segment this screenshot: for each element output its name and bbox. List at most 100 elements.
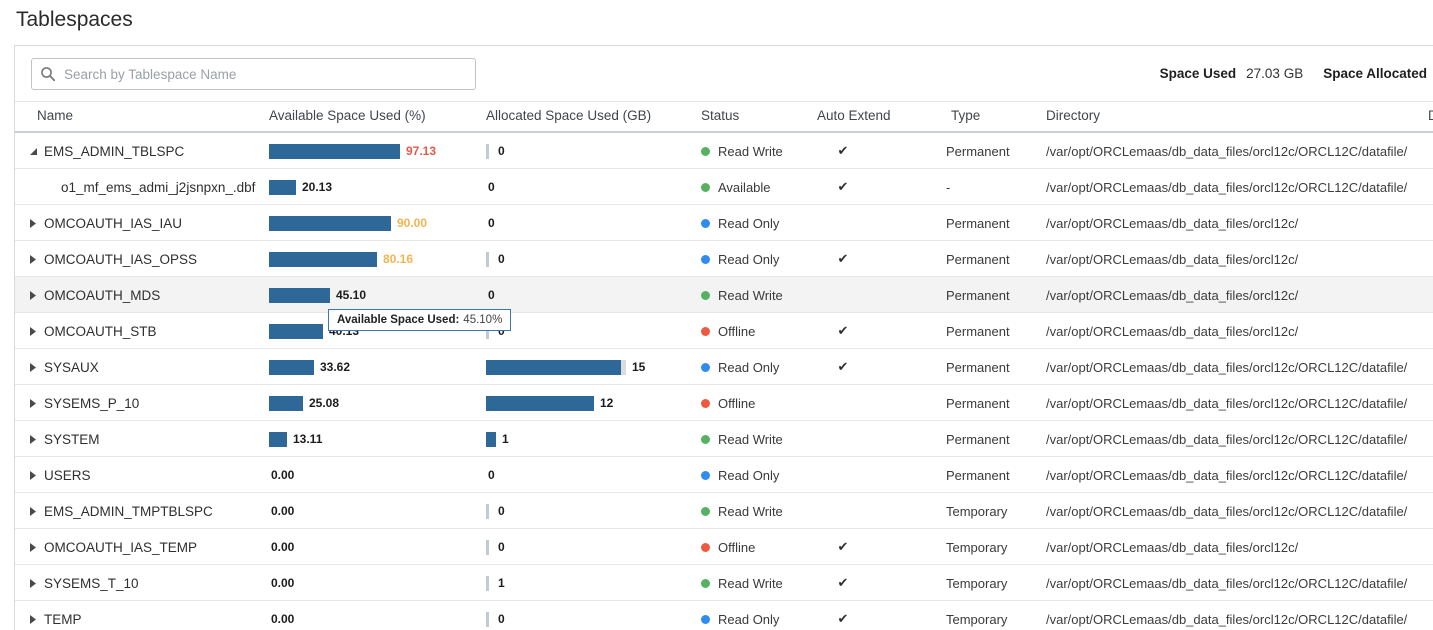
tablespace-name-cell: EMS_ADMIN_TMPTBLSPC — [15, 493, 269, 529]
expand-caret-icon[interactable] — [29, 435, 38, 444]
column-header-type[interactable]: Type — [951, 101, 980, 131]
available-space-value: 33.62 — [320, 360, 350, 374]
check-icon: ✔ — [838, 359, 849, 375]
status-text: Read Write — [718, 288, 783, 303]
status-dot-icon — [701, 507, 710, 516]
available-space-cell: 0.00 — [269, 457, 486, 493]
auto-extend-cell: ✔ — [813, 133, 873, 169]
table-row[interactable]: SYSAUX33.6215Read Only✔Permanent/var/opt… — [15, 349, 1433, 385]
column-header-available[interactable]: Available Space Used (%) — [269, 101, 426, 131]
directory-cell: /var/opt/ORCLemaas/db_data_files/orcl12c… — [1046, 349, 1431, 385]
status-dot-icon — [701, 327, 710, 336]
status-dot-icon — [701, 543, 710, 552]
allocated-space-bar — [486, 504, 489, 519]
directory-cell: /var/opt/ORCLemaas/db_data_files/orcl12c… — [1046, 529, 1431, 565]
table-row[interactable]: OMCOAUTH_IAS_OPSS80.160Read Only✔Permane… — [15, 241, 1433, 277]
status-cell: Read Write — [701, 133, 816, 169]
tablespace-name: o1_mf_ems_admi_j2jsnpxn_.dbf — [61, 180, 255, 195]
status-cell: Read Only — [701, 349, 816, 385]
status-cell: Available — [701, 169, 816, 205]
tablespace-name-cell: EMS_ADMIN_TBLSPC — [15, 133, 269, 169]
type-cell: Permanent — [946, 385, 1046, 421]
expand-caret-icon[interactable] — [29, 327, 38, 336]
type-cell: Permanent — [946, 133, 1046, 169]
status-dot-icon — [701, 183, 710, 192]
status-text: Read Write — [718, 504, 783, 519]
allocated-space-bar — [486, 252, 489, 267]
column-header-status[interactable]: Status — [701, 101, 739, 131]
column-header-truncated[interactable]: D — [1428, 101, 1433, 131]
expand-caret-icon[interactable] — [29, 543, 38, 552]
status-cell: Read Write — [701, 277, 816, 313]
column-header-name[interactable]: Name — [37, 101, 73, 131]
directory-cell: /var/opt/ORCLemaas/db_data_files/orcl12c… — [1046, 277, 1431, 313]
check-icon: ✔ — [838, 179, 849, 195]
column-header-auto-extend[interactable]: Auto Extend — [817, 101, 891, 131]
table-row[interactable]: SYSEMS_P_1025.0812OfflinePermanent/var/o… — [15, 385, 1433, 421]
expand-caret-icon[interactable] — [29, 291, 38, 300]
allocated-space-cell: 0 — [486, 241, 701, 277]
table-row[interactable]: OMCOAUTH_MDS45.100Read WritePermanent/va… — [15, 277, 1433, 313]
directory-cell: /var/opt/ORCLemaas/db_data_files/orcl12c… — [1046, 133, 1431, 169]
available-space-bar — [269, 324, 323, 339]
allocated-space-cell: 15 — [486, 349, 701, 385]
table-row[interactable]: EMS_ADMIN_TBLSPC97.130Read Write✔Permane… — [15, 133, 1433, 169]
allocated-space-bar — [486, 396, 594, 411]
allocated-space-value: 0 — [488, 216, 495, 230]
table-row[interactable]: SYSEMS_T_100.001Read Write✔Temporary/var… — [15, 565, 1433, 601]
table-row[interactable]: SYSTEM13.111Read WritePermanent/var/opt/… — [15, 421, 1433, 457]
directory-path: /var/opt/ORCLemaas/db_data_files/orcl12c… — [1046, 252, 1298, 267]
search-input[interactable] — [31, 58, 476, 90]
table-row[interactable]: OMCOAUTH_IAS_TEMP0.000Offline✔Temporary/… — [15, 529, 1433, 565]
table-row[interactable]: TEMP0.000Read Only✔Temporary/var/opt/ORC… — [15, 601, 1433, 630]
expand-caret-icon[interactable] — [29, 219, 38, 228]
check-icon: ✔ — [838, 323, 849, 339]
expand-caret-icon[interactable] — [29, 255, 38, 264]
column-header-allocated[interactable]: Allocated Space Used (GB) — [486, 101, 651, 131]
directory-path: /var/opt/ORCLemaas/db_data_files/orcl12c… — [1046, 144, 1407, 159]
auto-extend-cell: ✔ — [813, 565, 873, 601]
directory-path: /var/opt/ORCLemaas/db_data_files/orcl12c… — [1046, 540, 1298, 555]
directory-cell: /var/opt/ORCLemaas/db_data_files/orcl12c… — [1046, 457, 1431, 493]
available-space-value: 0.00 — [271, 612, 294, 626]
tablespace-name-cell: OMCOAUTH_STB — [15, 313, 269, 349]
tablespaces-panel: Space Used 27.03 GB Space Allocated Name… — [14, 45, 1433, 630]
directory-path: /var/opt/ORCLemaas/db_data_files/orcl12c… — [1046, 504, 1407, 519]
status-cell: Read Only — [701, 457, 816, 493]
status-text: Available — [718, 180, 771, 195]
available-space-value: 0.00 — [271, 576, 294, 590]
available-space-cell: 80.16 — [269, 241, 486, 277]
directory-path: /var/opt/ORCLemaas/db_data_files/orcl12c… — [1046, 324, 1298, 339]
table-row[interactable]: USERS0.000Read OnlyPermanent/var/opt/ORC… — [15, 457, 1433, 493]
expand-caret-icon[interactable] — [29, 363, 38, 372]
available-space-bar — [269, 216, 391, 231]
auto-extend-cell — [813, 205, 873, 241]
table-row[interactable]: o1_mf_ems_admi_j2jsnpxn_.dbf20.130Availa… — [15, 169, 1433, 205]
available-space-value: 0.00 — [271, 468, 294, 482]
tablespace-name-cell: o1_mf_ems_admi_j2jsnpxn_.dbf — [15, 169, 269, 205]
column-header-directory[interactable]: Directory — [1046, 101, 1100, 131]
status-text: Read Only — [718, 468, 779, 483]
collapse-caret-icon[interactable] — [29, 147, 38, 156]
auto-extend-cell: ✔ — [813, 349, 873, 385]
table-row[interactable]: OMCOAUTH_STB40.130Offline✔Permanent/var/… — [15, 313, 1433, 349]
expand-caret-icon[interactable] — [29, 507, 38, 516]
allocated-space-cell: 0 — [486, 457, 701, 493]
available-space-value: 13.11 — [293, 432, 322, 446]
expand-caret-icon[interactable] — [29, 399, 38, 408]
allocated-space-value: 0 — [498, 612, 505, 626]
table-row[interactable]: EMS_ADMIN_TMPTBLSPC0.000Read WriteTempor… — [15, 493, 1433, 529]
type-cell: Permanent — [946, 205, 1046, 241]
allocated-space-bar — [486, 612, 489, 627]
status-dot-icon — [701, 399, 710, 408]
tablespace-name: SYSEMS_T_10 — [44, 576, 139, 591]
expand-caret-icon[interactable] — [29, 471, 38, 480]
expand-caret-icon[interactable] — [29, 615, 38, 624]
status-text: Read Only — [718, 360, 779, 375]
available-space-cell: 90.00 — [269, 205, 486, 241]
allocated-space-value: 0 — [498, 504, 505, 518]
status-cell: Offline — [701, 385, 816, 421]
table-row[interactable]: OMCOAUTH_IAS_IAU90.000Read OnlyPermanent… — [15, 205, 1433, 241]
expand-caret-icon[interactable] — [29, 579, 38, 588]
allocated-space-cell: 0 — [486, 529, 701, 565]
